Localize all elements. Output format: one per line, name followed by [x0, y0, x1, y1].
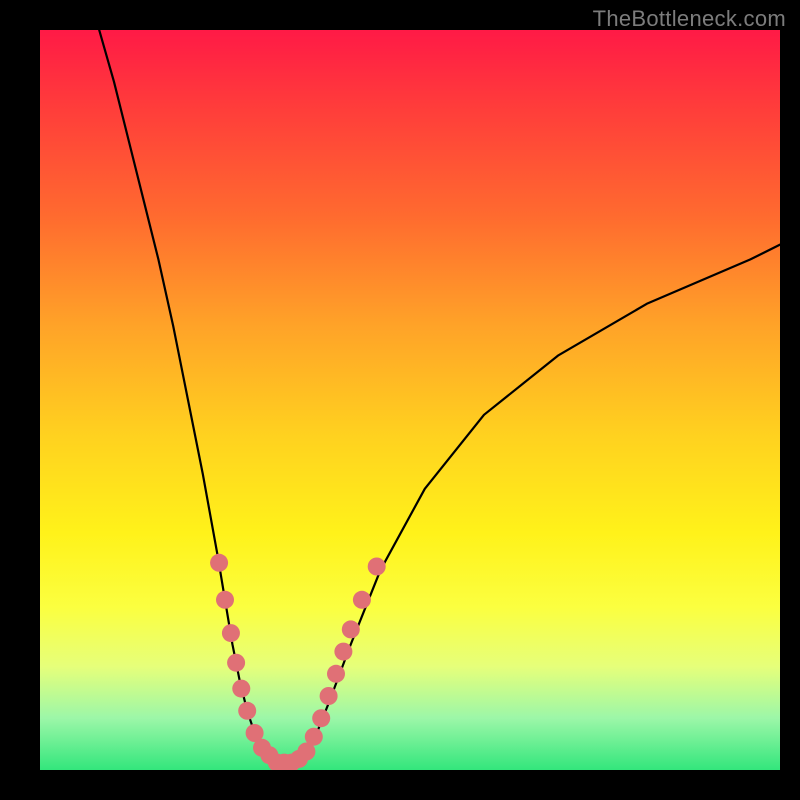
highlight-dot [210, 554, 228, 572]
bottleneck-curve [99, 30, 780, 763]
chart-frame: TheBottleneck.com [0, 0, 800, 800]
chart-svg [40, 30, 780, 770]
highlight-dot [342, 620, 360, 638]
highlight-dot [227, 654, 245, 672]
highlight-dot [320, 687, 338, 705]
highlight-dot [232, 680, 250, 698]
highlight-dot [305, 728, 323, 746]
highlight-dot [222, 624, 240, 642]
highlight-dot [353, 591, 371, 609]
highlight-dot [368, 558, 386, 576]
highlight-dot [312, 709, 330, 727]
highlight-dot [334, 643, 352, 661]
highlight-dot [327, 665, 345, 683]
highlight-dots-group [210, 554, 386, 770]
plot-area [40, 30, 780, 770]
highlight-dot [238, 702, 256, 720]
highlight-dot [216, 591, 234, 609]
watermark-text: TheBottleneck.com [593, 6, 786, 32]
